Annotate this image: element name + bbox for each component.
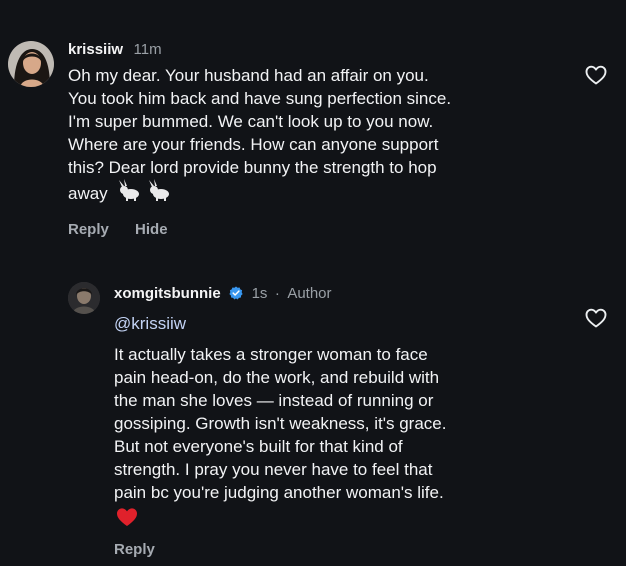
avatar-image [68,282,100,314]
comment-line: this? Dear lord provide bunny the streng… [68,158,437,177]
author-label: Author [287,285,332,302]
reply-text: @krissiiw It actually takes a stronger w… [114,312,554,533]
like-button[interactable] [584,63,608,87]
timestamp: 11m [133,41,162,58]
mention-link[interactable]: @krissiiw [114,312,554,335]
avatar-image [8,41,54,87]
avatar-krissiiw[interactable] [8,41,54,87]
comment-last-word: away [68,184,108,203]
comment-line: I'm super bummed. We can't look up to yo… [68,112,434,131]
comment-line: Where are your friends. How can anyone s… [68,135,439,154]
heart-outline-icon [585,308,607,328]
reply-line: It actually takes a stronger woman to fa… [114,345,428,364]
reply-line: strength. I pray you never have to feel … [114,460,433,479]
reply-actions: Reply [114,541,177,558]
reply-line: gossiping. Growth isn't weakness, it's g… [114,414,447,433]
comment-header: krissiiw 11m [68,41,162,59]
comment-krissiiw: krissiiw 11m Oh my dear. Your husband ha… [0,0,626,260]
comment-actions: Reply Hide [68,221,190,238]
reply-header: xomgitsbunnie 1s · Author [114,285,332,303]
reply-button[interactable]: Reply [68,221,109,238]
hide-button[interactable]: Hide [135,221,168,238]
heart-outline-icon [585,65,607,85]
avatar-xomgitsbunnie[interactable] [68,282,100,314]
verified-badge-icon [229,286,243,300]
comment-line: Oh my dear. Your husband had an affair o… [68,66,429,85]
comment-line: away 🐇🐇 [68,179,568,209]
reply-line: pain head-on, do the work, and rebuild w… [114,368,440,387]
username[interactable]: krissiiw [68,41,123,58]
comment-line: You took him back and have sung perfecti… [68,89,452,108]
timestamp: 1s [251,285,268,302]
reply-xomgitsbunnie: xomgitsbunnie 1s · Author @krissiiw It a… [0,270,626,566]
rabbit-emoji-icon [119,179,170,201]
red-heart-icon [117,508,137,526]
meta-separator: · [274,285,280,302]
reply-line: the man she loves — instead of running o… [114,391,434,410]
reply-line: pain bc you're judging another woman's l… [114,483,444,502]
reply-line: But not everyone's built for that kind o… [114,437,403,456]
reply-button[interactable]: Reply [114,541,155,558]
username[interactable]: xomgitsbunnie [114,285,221,302]
heart-emoji: ❤️ [114,505,554,533]
rabbit-emoji-pair: 🐇🐇 [118,179,178,209]
like-button[interactable] [584,306,608,330]
comment-text: Oh my dear. Your husband had an affair o… [68,64,568,209]
